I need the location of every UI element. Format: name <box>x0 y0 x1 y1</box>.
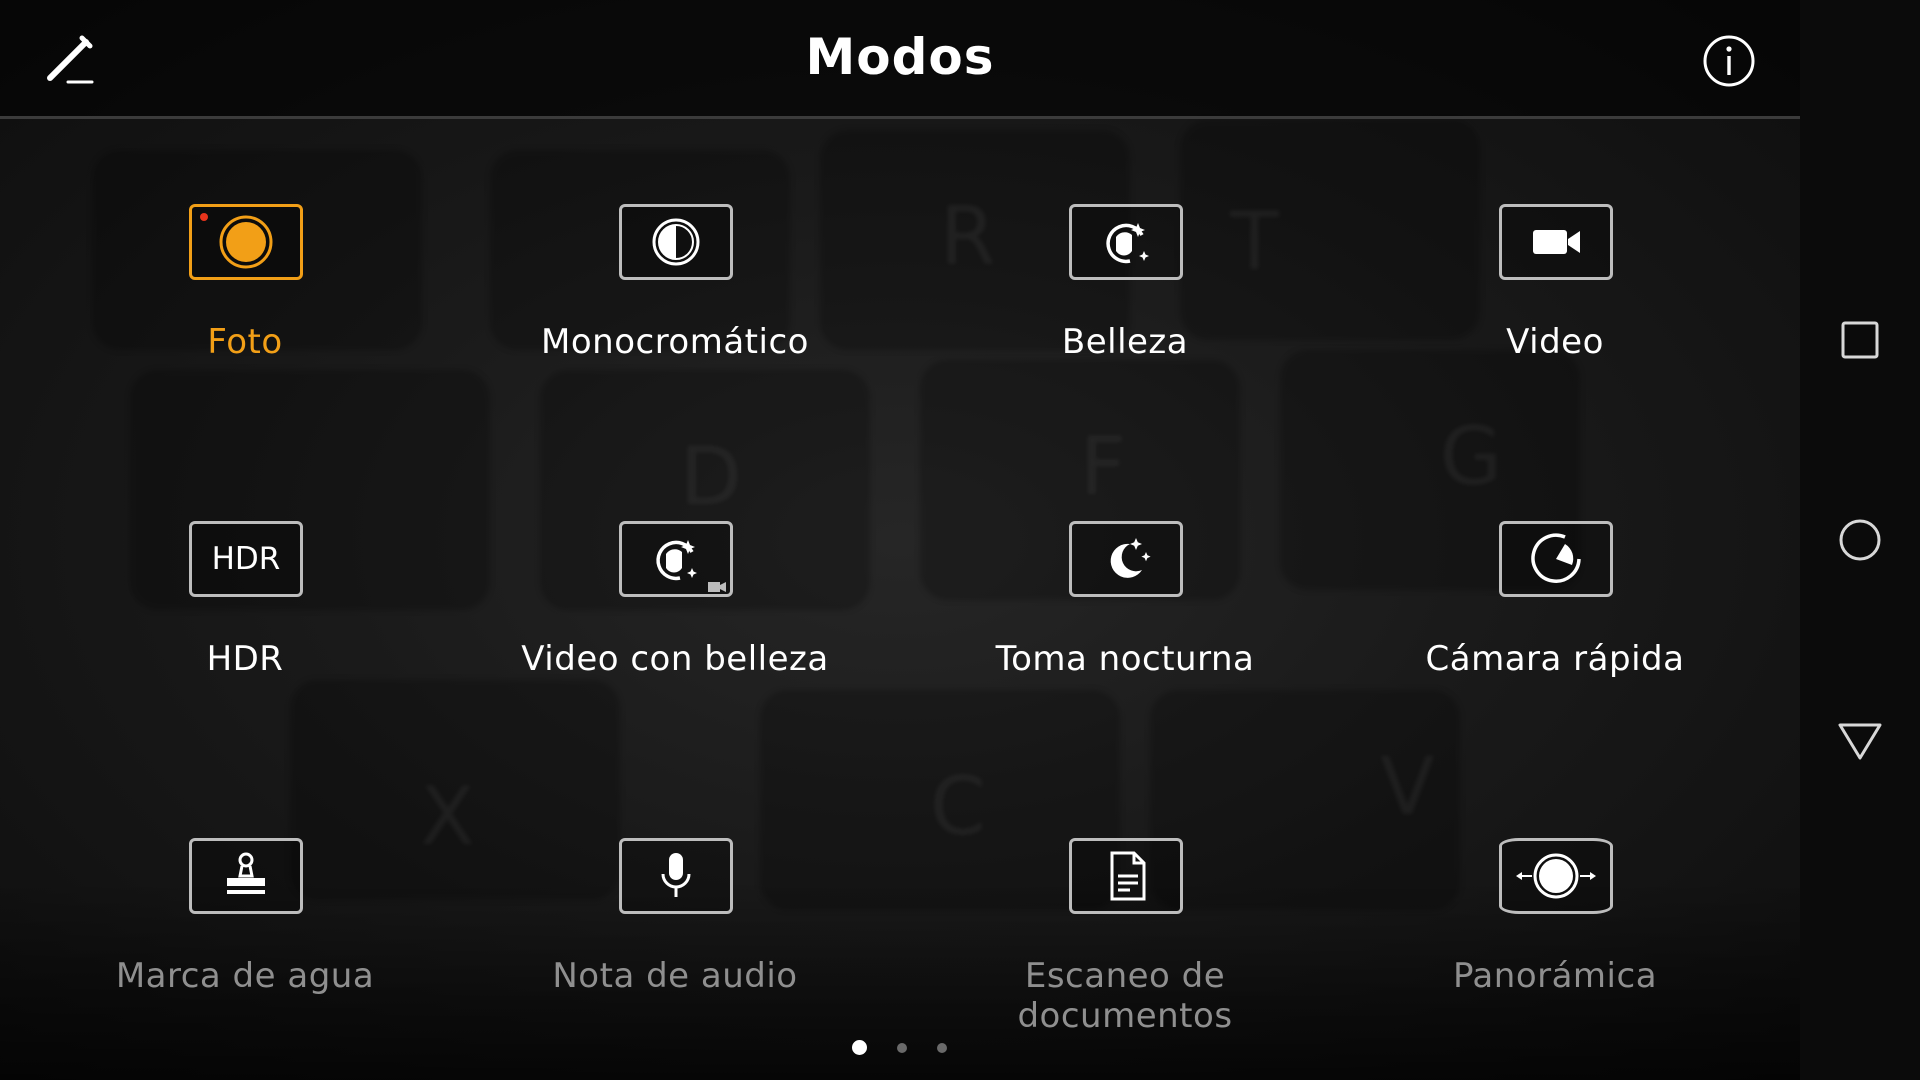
video-camera-icon <box>1499 204 1613 280</box>
camera-preview-background: R T D F G X C V Modos Foto Monocromático… <box>0 0 1800 1080</box>
mode-label: Belleza <box>1061 322 1189 362</box>
mode-label: Marca de agua <box>115 956 375 996</box>
mode-belleza[interactable]: Belleza <box>915 204 1335 404</box>
mode-toma-nocturna[interactable]: Toma nocturna <box>915 521 1335 721</box>
mode-label: Cámara rápida <box>1425 639 1685 679</box>
mode-camara-rapida[interactable]: Cámara rápida <box>1345 521 1765 721</box>
mode-nota-de-audio[interactable]: Nota de audio <box>465 838 885 1038</box>
panorama-icon <box>1499 838 1613 914</box>
mode-escaneo-de-documentos[interactable]: Escaneo de documentos <box>915 838 1335 1038</box>
mode-label: Toma nocturna <box>995 639 1255 679</box>
beauty-face-icon <box>1069 204 1183 280</box>
mode-label: Video <box>1506 322 1604 362</box>
mode-label: Video con belleza <box>521 639 829 679</box>
mode-panoramica[interactable]: Panorámica <box>1345 838 1765 1038</box>
modes-grid: Foto Monocromático Belleza Video HDR HDR… <box>0 0 1800 1080</box>
mode-label: Nota de audio <box>552 956 798 996</box>
page-dot-3[interactable] <box>937 1043 947 1053</box>
mode-video-con-belleza[interactable]: Video con belleza <box>465 521 885 721</box>
watermark-stamp-icon <box>189 838 303 914</box>
mode-label: Escaneo de documentos <box>1017 956 1233 1036</box>
triangle-back-icon[interactable] <box>1836 716 1884 764</box>
square-recents-icon[interactable] <box>1836 316 1884 364</box>
mode-label: HDR <box>206 639 284 679</box>
monochrome-icon <box>619 204 733 280</box>
photo-shutter-icon <box>189 204 303 280</box>
mode-hdr[interactable]: HDR HDR <box>35 521 455 721</box>
page-indicator <box>0 1038 1800 1058</box>
microphone-icon <box>619 838 733 914</box>
beauty-video-icon <box>619 521 733 597</box>
mode-label: Foto <box>207 322 283 362</box>
mode-label: Panorámica <box>1452 956 1658 996</box>
mode-monocromatico[interactable]: Monocromático <box>465 204 885 404</box>
time-lapse-icon <box>1499 521 1613 597</box>
page-dot-1[interactable] <box>852 1040 867 1055</box>
mode-label: Monocromático <box>541 322 809 362</box>
night-moon-icon <box>1069 521 1183 597</box>
page-dot-2[interactable] <box>897 1043 907 1053</box>
mode-foto[interactable]: Foto <box>35 204 455 404</box>
document-scan-icon <box>1069 838 1183 914</box>
mode-marca-de-agua[interactable]: Marca de agua <box>35 838 455 1038</box>
svg-text:HDR: HDR <box>212 541 281 577</box>
circle-home-icon[interactable] <box>1836 516 1884 564</box>
mode-video[interactable]: Video <box>1345 204 1765 404</box>
hdr-icon: HDR <box>189 521 303 597</box>
navigation-bar <box>1800 0 1920 1080</box>
